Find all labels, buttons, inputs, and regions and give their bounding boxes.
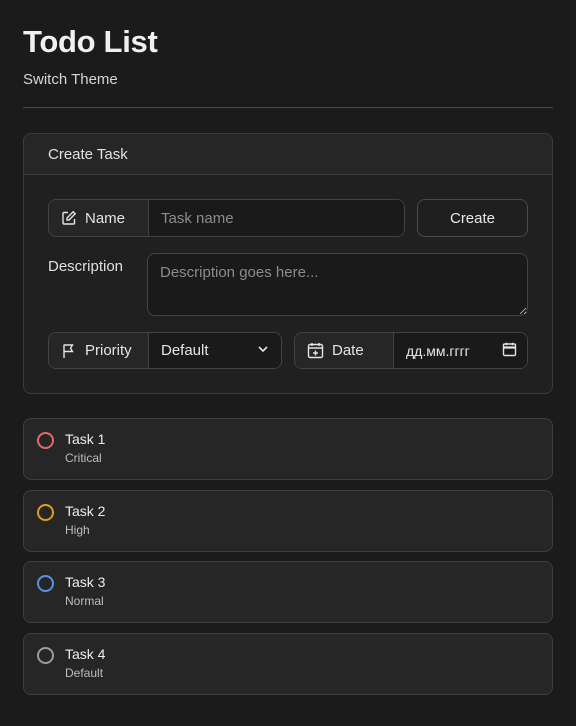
- task-name: Task 4: [65, 646, 106, 662]
- priority-select[interactable]: Default: [149, 333, 281, 368]
- page-title: Todo List: [23, 24, 158, 59]
- create-task-card: Create Task Name Create Description: [23, 133, 553, 394]
- description-textarea[interactable]: [147, 253, 528, 316]
- name-addon: Name: [49, 200, 149, 236]
- chevron-down-icon: [257, 342, 269, 359]
- task-item[interactable]: Task 4 Default: [23, 633, 553, 695]
- calendar-plus-icon: [307, 342, 324, 359]
- task-name: Task 3: [65, 574, 106, 590]
- card-header: Create Task: [24, 134, 552, 175]
- task-priority: Normal: [65, 594, 104, 608]
- task-item[interactable]: Task 2 High: [23, 490, 553, 552]
- priority-circle-icon[interactable]: [37, 504, 54, 521]
- edit-icon: [61, 210, 77, 226]
- calendar-icon[interactable]: [502, 342, 517, 360]
- name-label: Name: [85, 209, 126, 227]
- description-label: Description: [48, 258, 124, 275]
- switch-theme-link[interactable]: Switch Theme: [23, 71, 118, 88]
- priority-circle-icon[interactable]: [37, 432, 54, 449]
- priority-circle-icon[interactable]: [37, 575, 54, 592]
- priority-circle-icon[interactable]: [37, 647, 54, 664]
- date-addon: Date: [295, 333, 394, 368]
- priority-addon: Priority: [49, 333, 149, 368]
- priority-label: Priority: [85, 342, 132, 359]
- create-button[interactable]: Create: [417, 199, 528, 237]
- task-priority: High: [65, 523, 90, 537]
- name-input-group: Name: [48, 199, 405, 237]
- date-label: Date: [332, 342, 364, 359]
- task-name: Task 2: [65, 503, 106, 519]
- priority-selected-value: Default: [161, 342, 209, 359]
- divider: [23, 107, 553, 108]
- app-page: Todo List Switch Theme Create Task Name …: [0, 0, 576, 726]
- priority-input-group: Priority Default: [48, 332, 282, 369]
- date-placeholder: дд.мм.гггг: [406, 342, 470, 359]
- task-priority: Critical: [65, 451, 102, 465]
- flag-icon: [61, 343, 77, 359]
- task-item[interactable]: Task 3 Normal: [23, 561, 553, 623]
- task-name-input[interactable]: [149, 200, 404, 236]
- task-name: Task 1: [65, 431, 106, 447]
- date-input-group: Date дд.мм.гггг: [294, 332, 528, 369]
- date-input[interactable]: дд.мм.гггг: [394, 333, 527, 368]
- task-item[interactable]: Task 1 Critical: [23, 418, 553, 480]
- task-priority: Default: [65, 666, 104, 680]
